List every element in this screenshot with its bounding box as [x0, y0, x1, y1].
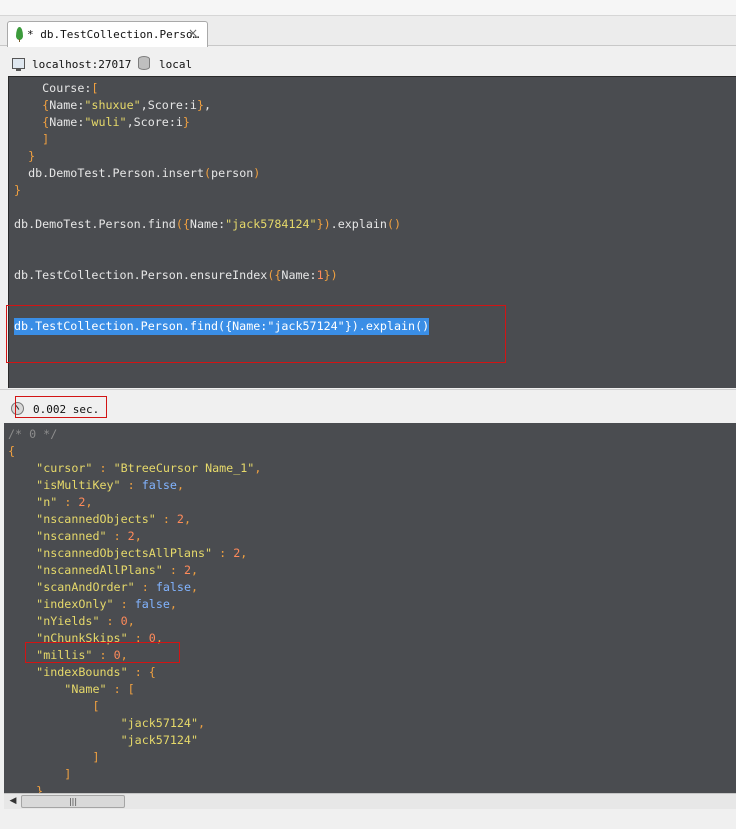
result-line: "jack57124" [120, 733, 198, 747]
tab-query[interactable]: * db.TestCollection.Perso… × [7, 21, 208, 47]
editor-line: } [14, 149, 36, 163]
result-line: "isMultiKey" : false, [36, 478, 184, 492]
result-line: ] [64, 767, 72, 781]
result-line: [ [92, 699, 100, 713]
annotation-box-time [15, 396, 107, 418]
result-line: "scanAndOrder" : false, [36, 580, 199, 594]
result-line: "n" : 2, [36, 495, 93, 509]
mongodb-leaf-icon [16, 27, 23, 42]
editor-line: {Name:"wuli",Score:i} [14, 115, 190, 129]
annotation-box-query [6, 305, 506, 363]
tab-bar: * db.TestCollection.Perso… × [0, 16, 736, 47]
editor-line: {Name:"shuxue",Score:i}, [14, 98, 212, 112]
horizontal-scrollbar[interactable]: ◀ ||| [4, 793, 736, 809]
result-line: }, [36, 784, 51, 793]
result-line: "nscannedObjects" : 2, [36, 512, 192, 526]
scroll-left-arrow-icon[interactable]: ◀ [6, 794, 20, 809]
result-status-bar [0, 396, 736, 422]
results-panel[interactable]: /* 0 */ { "cursor" : "BtreeCursor Name_1"… [4, 423, 736, 793]
scroll-thumb[interactable]: ||| [21, 795, 125, 808]
editor-line: db.DemoTest.Person.find({Name:"jack57841… [14, 217, 402, 231]
connection-database[interactable]: local [159, 58, 192, 71]
annotation-box-millis [25, 642, 180, 663]
result-line: "nYields" : 0, [36, 614, 135, 628]
result-line: "nscannedAllPlans" : 2, [36, 563, 199, 577]
editor-line: db.DemoTest.Person.insert(person) [14, 166, 261, 180]
window-top-strip [0, 0, 736, 16]
editor-line: ] [14, 132, 50, 146]
editor-line: } [14, 183, 22, 197]
result-line: "Name" : [ [64, 682, 135, 696]
tab-label: * db.TestCollection.Perso… [27, 28, 200, 41]
editor-line: db.TestCollection.Person.ensureIndex({Na… [14, 268, 338, 282]
result-line: "indexBounds" : { [36, 665, 156, 679]
result-line: "jack57124", [120, 716, 206, 730]
result-line: "nscannedObjectsAllPlans" : 2, [36, 546, 248, 560]
result-line: /* 0 */ [8, 427, 58, 441]
result-line: "indexOnly" : false, [36, 597, 177, 611]
close-icon[interactable]: × [188, 26, 198, 40]
result-line: "cursor" : "BtreeCursor Name_1", [36, 461, 262, 475]
window-bottom [0, 810, 736, 829]
result-line: { [8, 444, 16, 458]
connection-host[interactable]: localhost:27017 [32, 58, 131, 71]
database-icon [138, 56, 150, 70]
monitor-icon [12, 58, 25, 71]
result-line: ] [92, 750, 100, 764]
result-line: "nscanned" : 2, [36, 529, 142, 543]
splitter[interactable] [0, 389, 736, 395]
editor-line: Course:[ [14, 81, 99, 95]
